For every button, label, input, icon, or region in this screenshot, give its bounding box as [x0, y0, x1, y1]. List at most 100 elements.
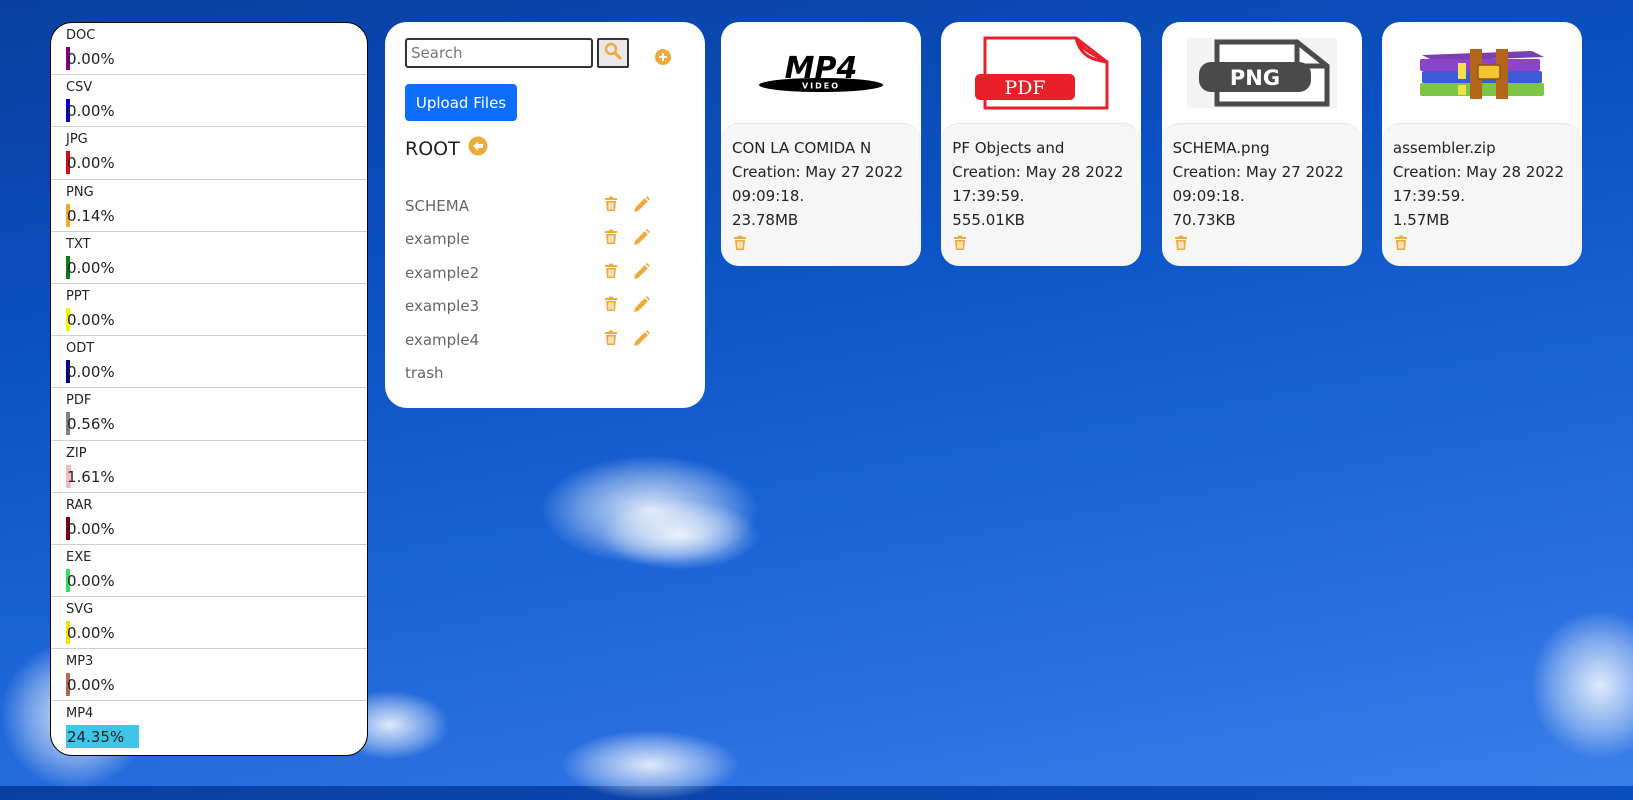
usage-percent: 1.61%: [67, 467, 115, 486]
folder-item-example[interactable]: example: [405, 227, 665, 251]
trash-icon[interactable]: [603, 263, 619, 284]
file-info: PF Objects and Creation: May 28 2022 17:39…: [941, 123, 1142, 266]
usage-type-label: SVG: [66, 602, 94, 618]
folder-item-example2[interactable]: example2: [405, 261, 665, 285]
usage-type-label: MP3: [66, 654, 94, 670]
usage-percent: 0.00%: [67, 571, 115, 590]
folder-actions: [603, 329, 650, 351]
usage-row-ppt: PPT 0.00%: [51, 284, 367, 337]
search-button[interactable]: [597, 38, 629, 68]
pencil-icon[interactable]: [633, 262, 650, 284]
folder-item-schema[interactable]: SCHEMA: [405, 194, 665, 218]
trash-icon[interactable]: [732, 234, 910, 258]
file-name: assembler.zip: [1392, 139, 1496, 157]
search-input[interactable]: [405, 38, 593, 68]
usage-type-label: RAR: [66, 497, 93, 513]
usage-type-label: ZIP: [66, 445, 87, 461]
usage-percent: 0.00%: [67, 50, 115, 68]
pencil-icon[interactable]: [633, 196, 650, 217]
usage-row-pdf: PDF 0.56%: [51, 388, 367, 441]
back-arrow-icon[interactable]: [468, 136, 488, 161]
folder-name[interactable]: trash: [405, 364, 444, 382]
usage-percent: 0.00%: [67, 363, 115, 382]
usage-type-label: MP4: [66, 706, 94, 722]
file-creation-date: Creation: May 27 2022: [732, 163, 904, 181]
background-cloud: [540, 455, 760, 565]
usage-row-mp4: MP4 24.35%: [51, 701, 367, 753]
folder-name[interactable]: example4: [405, 331, 479, 349]
usage-row-svg: SVG 0.00%: [51, 597, 367, 650]
zip-thumbnail-icon[interactable]: [1382, 22, 1582, 124]
usage-percent: 0.00%: [67, 624, 115, 643]
file-card[interactable]: PDF PF Objects and Creation: May 28 2022 17…: [941, 22, 1142, 266]
usage-type-label: TXT: [66, 236, 91, 252]
trash-icon[interactable]: [603, 196, 619, 217]
file-name: SCHEMA.png: [1172, 139, 1270, 157]
folder-name[interactable]: SCHEMA: [405, 197, 469, 215]
trash-icon[interactable]: [603, 330, 619, 351]
usage-percent: 0.00%: [67, 310, 115, 329]
file-info: assembler.zip Creation: May 28 2022 17:39:…: [1381, 123, 1582, 266]
usage-row-zip: ZIP 1.61%: [51, 441, 367, 493]
usage-percent: 0.00%: [67, 519, 115, 538]
upload-files-button[interactable]: Upload Files: [405, 84, 517, 121]
file-name: CON LA COMIDA N: [732, 139, 872, 157]
usage-row-doc: DOC 0.00%: [51, 23, 367, 76]
thumb-mp4-subtext: VIDEO: [802, 82, 840, 91]
trash-icon[interactable]: [952, 234, 1130, 258]
usage-type-label: EXE: [66, 549, 92, 565]
folder-name[interactable]: example3: [405, 297, 479, 315]
trash-icon[interactable]: [1393, 234, 1571, 258]
usage-row-mp3: MP3 0.00%: [51, 649, 367, 702]
folder-item-trash[interactable]: trash: [405, 361, 665, 385]
file-creation-time: 17:39:59.: [952, 187, 1025, 205]
add-folder-icon[interactable]: [654, 48, 672, 70]
search-icon: [604, 42, 622, 64]
folder-actions: [603, 296, 650, 317]
pencil-icon[interactable]: [633, 229, 650, 250]
background-cloud: [560, 730, 740, 800]
folder-panel: Upload Files ROOT SCHEMA example example2 e…: [385, 22, 705, 408]
usage-type-label: DOC: [66, 28, 96, 43]
file-card[interactable]: MP4 VIDEO CON LA COMIDA N Creation: May 27 …: [721, 22, 921, 266]
file-card[interactable]: PNG SCHEMA.png Creation: May 27 2022 09:09:…: [1161, 22, 1362, 266]
file-name: PF Objects and: [952, 139, 1065, 157]
trash-icon[interactable]: [603, 296, 619, 317]
folder-item-example3[interactable]: example3: [405, 294, 665, 318]
file-info: SCHEMA.png Creation: May 27 2022 09:09:18.…: [1161, 123, 1362, 266]
usage-row-png: PNG 0.14%: [51, 180, 367, 232]
usage-type-label: JPG: [66, 132, 88, 148]
file-size: 1.57MB: [1392, 211, 1450, 229]
usage-row-exe: EXE 0.00%: [51, 545, 367, 598]
mp4-thumbnail-icon[interactable]: MP4 VIDEO: [721, 22, 921, 124]
usage-type-label: CSV: [66, 80, 93, 96]
file-creation-date: Creation: May 28 2022: [952, 163, 1124, 181]
usage-type-label: PPT: [66, 288, 90, 304]
file-creation-time: 09:09:18.: [1172, 187, 1245, 205]
file-card[interactable]: assembler.zip Creation: May 28 2022 17:39:…: [1381, 22, 1582, 266]
usage-percent: 0.00%: [67, 154, 115, 173]
trash-icon[interactable]: [603, 229, 619, 250]
trash-icon[interactable]: [1173, 234, 1351, 258]
pencil-icon[interactable]: [633, 329, 650, 351]
page-title: ROOT: [405, 137, 460, 160]
usage-percent: 0.56%: [67, 415, 115, 434]
file-type-usage-panel: DOC 0.00% CSV 0.00% JPG 0.00% PNG 0.14% TXT 0.00%…: [50, 22, 368, 756]
usage-percent: 0.14%: [67, 206, 115, 225]
folder-item-example4[interactable]: example4: [405, 328, 665, 352]
usage-type-label: ODT: [66, 341, 95, 357]
thumb-png-text: PNG: [1229, 66, 1279, 90]
usage-percent: 0.00%: [67, 676, 115, 695]
file-creation-date: Creation: May 27 2022: [1172, 163, 1344, 181]
pencil-icon[interactable]: [633, 296, 650, 317]
pdf-thumbnail-icon[interactable]: PDF: [941, 22, 1141, 124]
folder-name[interactable]: example: [405, 230, 470, 248]
folder-name[interactable]: example2: [405, 264, 479, 282]
folder-actions: [603, 262, 650, 284]
png-thumbnail-icon[interactable]: PNG: [1162, 22, 1362, 124]
usage-row-jpg: JPG 0.00%: [51, 127, 367, 180]
file-size: 70.73KB: [1172, 211, 1236, 229]
usage-row-rar: RAR 0.00%: [51, 493, 367, 545]
file-size: 23.78MB: [732, 211, 799, 229]
background-cloud: [600, 500, 760, 570]
